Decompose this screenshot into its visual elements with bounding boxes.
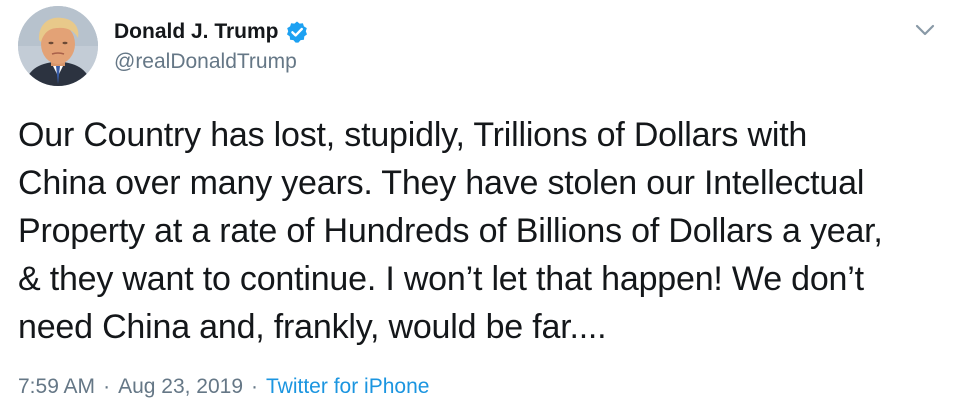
author-handle[interactable]: @realDonaldTrump (114, 50, 297, 74)
avatar-image (18, 6, 98, 86)
tweet-text: Our Country has lost, stupidly, Trillion… (18, 116, 883, 346)
author-display-name[interactable]: Donald J. Trump (114, 20, 279, 44)
author-name-row: Donald J. Trump (114, 18, 309, 46)
avatar[interactable] (18, 6, 98, 86)
tweet-time[interactable]: 7:59 AM (18, 375, 95, 399)
chevron-down-icon[interactable] (912, 20, 938, 40)
meta-separator: · (251, 375, 259, 398)
tweet-metadata: 7:59 AM · Aug 23, 2019 · Twitter for iPh… (18, 372, 429, 402)
tweet-date[interactable]: Aug 23, 2019 (118, 375, 243, 399)
meta-separator: · (103, 375, 111, 398)
verified-badge-icon (285, 20, 309, 44)
tweet: Donald J. Trump @realDonaldTrump Our Cou… (0, 0, 960, 420)
tweet-source-link[interactable]: Twitter for iPhone (266, 375, 429, 399)
